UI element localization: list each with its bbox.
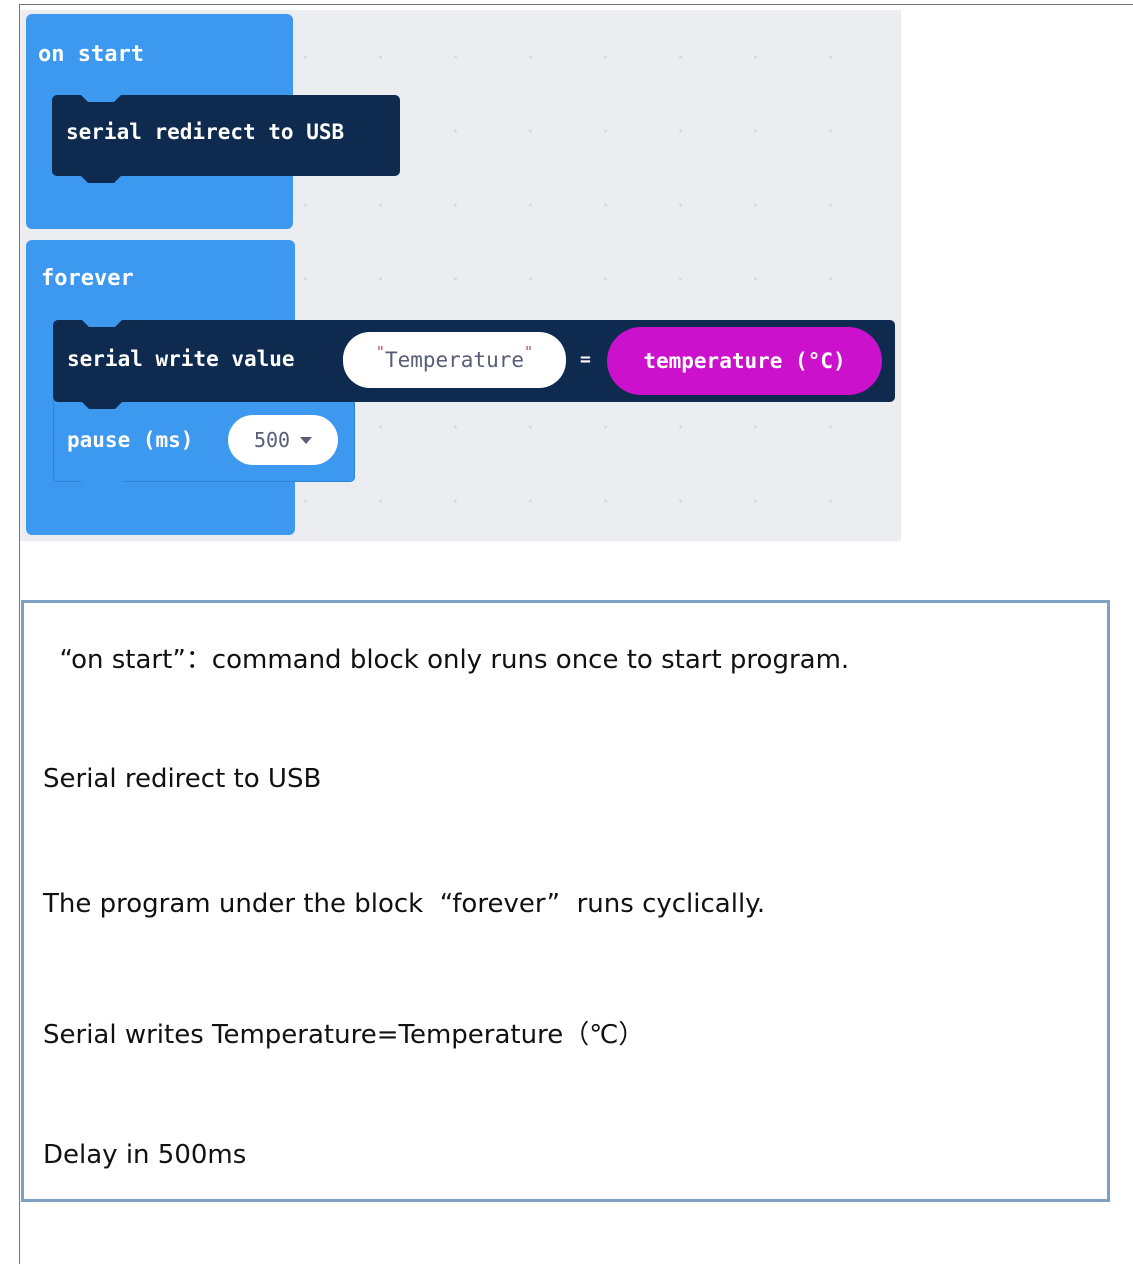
- block-tab: [80, 175, 122, 183]
- pause-duration-dropdown[interactable]: 500: [228, 415, 338, 465]
- pause-label: pause (ms): [67, 428, 194, 452]
- name-string-input[interactable]: " Temperature ": [343, 332, 566, 388]
- forever-label: forever: [41, 266, 134, 291]
- description-line-serial-redirect: Serial redirect to USB: [43, 764, 322, 794]
- close-quote-icon: ": [524, 343, 534, 361]
- pause-duration-value: 500: [253, 428, 291, 452]
- on-start-label: on start: [38, 42, 144, 67]
- serial-redirect-block[interactable]: serial redirect to USB: [52, 94, 400, 183]
- blocks-workspace: on start serial redirect to USB forever …: [20, 10, 901, 541]
- description-line-serial-write: Serial writes Temperature=Temperature（℃）: [43, 1020, 645, 1050]
- block-tab: [81, 401, 123, 409]
- block-notch: [80, 94, 122, 102]
- temperature-reporter-label: temperature (°C): [643, 349, 846, 373]
- serial-write-label: serial write value: [67, 347, 295, 371]
- block-tab: [81, 481, 123, 489]
- name-string-value: Temperature: [384, 348, 525, 372]
- pause-block[interactable]: pause (ms) 500: [53, 398, 355, 489]
- description-box: “on start”：command block only runs once …: [21, 600, 1110, 1202]
- serial-write-value-block[interactable]: serial write value " Temperature " = tempe…: [53, 319, 895, 409]
- equals-sign: =: [580, 349, 591, 370]
- description-line-delay: Delay in 500ms: [43, 1140, 247, 1170]
- open-quote-icon: ": [375, 343, 385, 361]
- temperature-reporter-block[interactable]: temperature (°C): [607, 327, 882, 395]
- chevron-down-icon: [300, 436, 313, 444]
- serial-redirect-label: serial redirect to USB: [66, 120, 345, 144]
- description-line-forever: The program under the block “forever” ru…: [43, 889, 766, 919]
- description-line-on-start: “on start”：command block only runs once …: [43, 645, 850, 675]
- block-notch: [81, 319, 123, 327]
